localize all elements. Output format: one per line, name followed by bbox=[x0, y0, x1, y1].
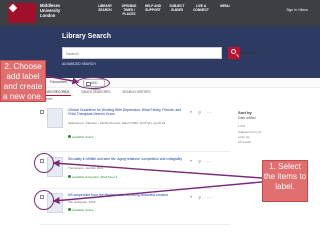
instruction-callout-step2: 2. Choose add label and create a new one… bbox=[0, 60, 46, 102]
instruction-callout-step1: 1. Select the items to label. bbox=[262, 160, 308, 202]
screenshot-canvas: Middlesex University London LIBRARY SEAR… bbox=[0, 0, 320, 240]
annotation-arrows bbox=[45, 75, 263, 204]
arrow-to-item-two bbox=[52, 181, 263, 204]
arrow-to-item-one bbox=[52, 159, 263, 179]
arrow-to-add-label bbox=[45, 75, 80, 85]
